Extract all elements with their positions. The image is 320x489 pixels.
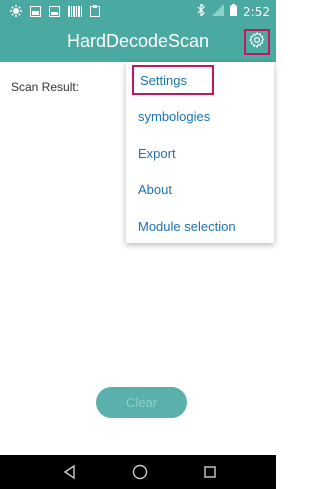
image-icon: [30, 5, 41, 19]
clipboard-icon: [90, 5, 100, 19]
navigation-bar: [0, 455, 276, 489]
home-icon[interactable]: [132, 464, 148, 480]
recents-icon[interactable]: [202, 464, 218, 480]
status-bar: 2:52: [0, 0, 276, 24]
overflow-menu: Settings symbologies Export About Module…: [126, 62, 274, 243]
image-icon: [49, 5, 60, 19]
menu-item-label: Settings: [140, 72, 187, 88]
clear-button[interactable]: Clear: [96, 387, 187, 418]
menu-item-export[interactable]: Export: [138, 146, 176, 161]
menu-item-about[interactable]: About: [138, 182, 172, 197]
settings-menu-button[interactable]: [244, 29, 270, 55]
app-title: HardDecodeScan: [66, 31, 210, 51]
menu-item-settings[interactable]: Settings: [132, 65, 214, 95]
gear-icon: [248, 31, 266, 54]
app-bar: HardDecodeScan: [0, 24, 276, 62]
signal-icon: [212, 4, 225, 19]
barcode-icon: [68, 5, 82, 19]
status-icons-right: 2:52: [197, 2, 270, 19]
status-icons-left: [10, 5, 100, 19]
gear-icon: [10, 5, 22, 19]
back-icon[interactable]: [62, 464, 78, 480]
scan-result-label: Scan Result:: [11, 80, 80, 94]
menu-item-module-selection[interactable]: Module selection: [138, 219, 236, 234]
bluetooth-icon: [197, 2, 206, 19]
battery-icon: [230, 4, 238, 19]
status-time: 2:52: [243, 4, 270, 19]
menu-item-symbologies[interactable]: symbologies: [138, 109, 210, 124]
